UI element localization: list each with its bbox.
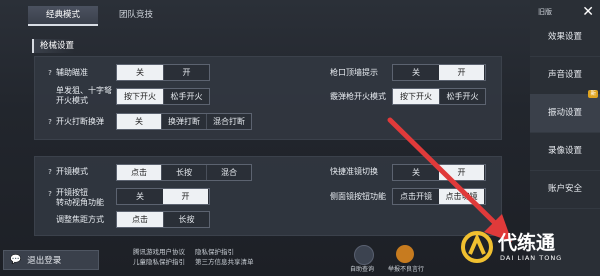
row-label: 侧面镜按钮功能 bbox=[330, 192, 386, 201]
logout-label: 退出登录 bbox=[27, 256, 62, 266]
option-mixed[interactable]: 混合 bbox=[206, 165, 251, 180]
tab-classic-mode[interactable]: 经典模式 bbox=[28, 6, 98, 26]
scope-button-look-toggle: 关 开 bbox=[116, 188, 210, 205]
self-service-icon[interactable] bbox=[354, 245, 374, 265]
tab-team-deathmatch[interactable]: 团队竞技 bbox=[102, 6, 170, 24]
row-label: 开镜模式 bbox=[56, 167, 88, 176]
link-third-party[interactable]: 第三方信息共享清单 bbox=[195, 257, 254, 267]
self-service-label: 自助查询 bbox=[350, 266, 375, 273]
row-label: 枪口顶墙提示 bbox=[330, 68, 378, 77]
watermark-text: 代练通 bbox=[498, 232, 556, 254]
option-release-fire[interactable]: 松手开火 bbox=[439, 89, 485, 104]
help-icon[interactable]: ? bbox=[46, 190, 54, 198]
fire-interrupt-reload-toggle: 关 换弹打断 混合打断 bbox=[116, 113, 252, 130]
option-mixed-interrupt[interactable]: 混合打断 bbox=[206, 114, 251, 129]
option-tap[interactable]: 点击 bbox=[117, 165, 161, 180]
watermark-logo: 代练通 DAI LIAN TONG bbox=[460, 226, 590, 268]
sidebar-item-recording[interactable]: 录像设置 bbox=[530, 132, 600, 171]
option-hold[interactable]: 长按 bbox=[163, 212, 209, 227]
shotgun-fire-mode-toggle: 按下开火 松手开火 bbox=[392, 88, 486, 105]
option-hold[interactable]: 长按 bbox=[161, 165, 206, 180]
option-off[interactable]: 关 bbox=[117, 114, 161, 129]
sidebar-item-effects[interactable]: 效果设置 bbox=[530, 18, 600, 57]
dlt-logo-icon bbox=[461, 231, 493, 263]
option-on[interactable]: 开 bbox=[163, 189, 208, 204]
option-off[interactable]: 关 bbox=[393, 65, 439, 80]
top-tab-bar: 经典模式 团队竞技 bbox=[0, 0, 530, 30]
report-icon[interactable] bbox=[396, 245, 414, 263]
section-title: 枪械设置 bbox=[32, 39, 75, 53]
link-user-agreement[interactable]: 腾讯游戏用户协议 bbox=[133, 247, 185, 257]
sidebar-item-account-security[interactable]: 账户安全 bbox=[530, 170, 600, 209]
aim-assist-toggle: 关 开 bbox=[116, 64, 210, 81]
option-release-fire[interactable]: 松手开火 bbox=[163, 89, 209, 104]
row-label: 开火打断换弹 bbox=[56, 117, 104, 126]
option-tap[interactable]: 点击 bbox=[117, 212, 163, 227]
option-press-fire[interactable]: 按下开火 bbox=[393, 89, 439, 104]
option-off[interactable]: 关 bbox=[117, 65, 163, 80]
link-child-privacy[interactable]: 儿童隐私保护指引 bbox=[133, 257, 185, 267]
chat-icon: 💬 bbox=[10, 255, 22, 265]
footer-links: 腾讯游戏用户协议 隐私保护指引 儿童隐私保护指引 第三方信息共享清单 bbox=[133, 247, 333, 267]
muzzle-wall-hint-toggle: 关 开 bbox=[392, 64, 486, 81]
option-press-fire[interactable]: 按下开火 bbox=[117, 89, 163, 104]
option-on[interactable]: 开 bbox=[163, 65, 209, 80]
row-label: 霰弹枪开火模式 bbox=[330, 92, 386, 101]
row-label: 开镜按钮 转动视角功能 bbox=[56, 188, 104, 207]
row-label: 调整焦距方式 bbox=[56, 215, 104, 224]
help-icon[interactable]: ? bbox=[46, 69, 54, 77]
sniper-fire-mode-toggle: 按下开火 松手开火 bbox=[116, 88, 210, 105]
report-label: 举报不良言行 bbox=[388, 266, 425, 273]
row-label: 辅助瞄准 bbox=[56, 68, 88, 77]
sidebar-item-vibration[interactable]: 振动设置 新 bbox=[530, 90, 600, 133]
sidebar-item-label: 振动设置 bbox=[547, 108, 582, 118]
zoom-adjust-toggle: 点击 长按 bbox=[116, 211, 210, 228]
option-off[interactable]: 关 bbox=[117, 189, 163, 204]
watermark-subtext: DAI LIAN TONG bbox=[500, 254, 563, 262]
scope-mode-toggle: 点击 长按 混合 bbox=[116, 164, 252, 181]
logout-button[interactable]: 💬 退出登录 bbox=[3, 250, 99, 270]
row-label: 单发狙、十字弩 开火模式 bbox=[56, 86, 112, 105]
help-icon[interactable]: ? bbox=[46, 118, 54, 126]
legacy-label[interactable]: 旧版 bbox=[538, 7, 552, 17]
row-label: 快捷准镜切换 bbox=[330, 167, 378, 176]
option-reload-interrupt[interactable]: 换弹打断 bbox=[161, 114, 206, 129]
new-badge: 新 bbox=[588, 90, 598, 98]
option-on[interactable]: 开 bbox=[439, 65, 484, 80]
link-privacy[interactable]: 隐私保护指引 bbox=[195, 247, 234, 257]
help-icon[interactable]: ? bbox=[46, 168, 54, 176]
